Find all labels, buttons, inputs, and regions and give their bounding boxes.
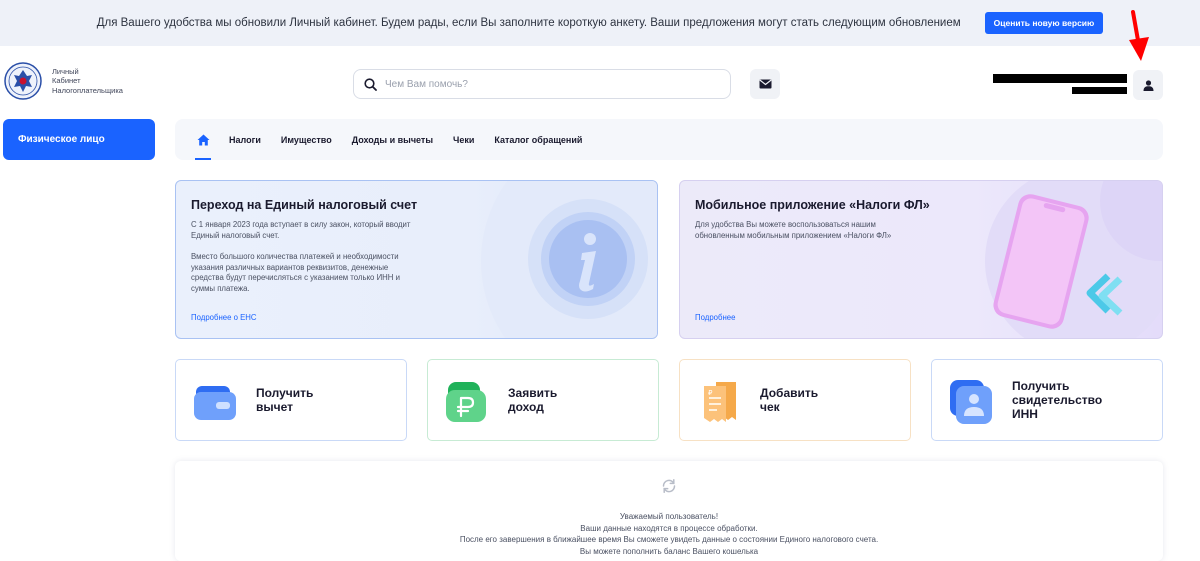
- tile-label: Получить вычет: [256, 386, 313, 414]
- mobile-app-card: Мобильное приложение «Налоги ФЛ» Для удо…: [679, 180, 1163, 339]
- ens-text-line: Вместо большого количества платежей и не…: [191, 252, 399, 261]
- logo[interactable]: Личный Кабинет Налогоплательщика: [4, 62, 123, 100]
- logo-text: Личный Кабинет Налогоплательщика: [52, 67, 123, 96]
- wallet-icon: [194, 386, 236, 420]
- ens-card-text-2: Вместо большого количества платежей и не…: [191, 252, 451, 294]
- app-more-link[interactable]: Подробнее: [695, 313, 735, 322]
- nav-tab-requests-catalog[interactable]: Каталог обращений: [494, 135, 582, 145]
- nav-tab-property[interactable]: Имущество: [281, 135, 332, 145]
- app-text-line: Для удобства Вы можете воспользоваться н…: [695, 220, 876, 229]
- banner-text: Для Вашего удобства мы обновили Личный к…: [96, 17, 961, 29]
- user-icon: [1143, 79, 1153, 91]
- ens-text-line: средства будут перечисляться с указанием…: [191, 273, 400, 282]
- top-banner: Для Вашего удобства мы обновили Личный к…: [0, 0, 1200, 46]
- ens-info-card: Переход на Единый налоговый счет С 1 янв…: [175, 180, 658, 339]
- app-card-title: Мобильное приложение «Налоги ФЛ»: [695, 198, 930, 212]
- tile-label-line: Добавить: [760, 386, 819, 400]
- info-decoration-icon: [481, 181, 657, 338]
- tile-label-line: доход: [508, 400, 544, 414]
- tile-label-line: Заявить: [508, 386, 558, 400]
- status-line: Ваши данные находятся в процессе обработ…: [580, 523, 758, 533]
- phone-illustration-icon: [985, 181, 1162, 338]
- main-nav: Налоги Имущество Доходы и вычеты Чеки Ка…: [175, 119, 1163, 160]
- status-message: Уважаемый пользователь! Ваши данные нахо…: [175, 511, 1163, 557]
- get-deduction-tile[interactable]: Получить вычет: [175, 359, 407, 441]
- ens-text-line: суммы платежа.: [191, 283, 250, 293]
- tile-label-line: свидетельство: [1012, 393, 1103, 407]
- nav-home-tab[interactable]: [195, 119, 211, 160]
- fns-emblem-icon: [4, 62, 42, 100]
- tile-label-line: чек: [760, 400, 780, 414]
- ens-card-text-1: С 1 января 2023 года вступает в силу зак…: [191, 220, 451, 241]
- search-bar[interactable]: [353, 69, 731, 99]
- tile-label: Добавить чек: [760, 386, 818, 414]
- messages-button[interactable]: [750, 69, 780, 99]
- svg-text:₽: ₽: [708, 389, 713, 397]
- add-receipt-tile[interactable]: ₽ Добавить чек: [679, 359, 911, 441]
- ens-text-line: указания различных вариантов реквизитов,…: [191, 262, 389, 272]
- ens-status-panel: Уважаемый пользователь! Ваши данные нахо…: [175, 461, 1163, 561]
- tile-label-line: Получить: [1012, 379, 1070, 393]
- sidebar-item-label: Физическое лицо: [18, 134, 105, 145]
- mail-icon: [758, 79, 772, 89]
- app-text-line: обновленным мобильным приложением «Налог…: [695, 230, 892, 240]
- logo-line: Личный: [52, 66, 79, 76]
- nav-tab-income[interactable]: Доходы и вычеты: [352, 135, 433, 145]
- app-card-text: Для удобства Вы можете воспользоваться н…: [695, 220, 955, 241]
- loading-spinner-icon: [662, 479, 676, 493]
- nav-tab-taxes[interactable]: Налоги: [229, 135, 261, 145]
- logo-line: Налогоплательщика: [52, 85, 123, 95]
- status-line: Уважаемый пользователь!: [619, 512, 719, 521]
- id-card-icon: [950, 380, 992, 424]
- profile-button[interactable]: [1133, 70, 1163, 100]
- logo-line: Кабинет: [52, 76, 81, 86]
- status-line: После его завершения в ближайшее время В…: [459, 535, 879, 544]
- nav-tab-receipts[interactable]: Чеки: [453, 135, 474, 145]
- redacted-user-id: [1072, 87, 1127, 94]
- sidebar-item-individual[interactable]: Физическое лицо: [3, 119, 155, 160]
- status-line: Вы можете пополнить баланс Вашего кошель…: [579, 546, 759, 556]
- redacted-user-name: [993, 74, 1127, 83]
- ens-text-line: Единый налоговый счет.: [191, 230, 280, 240]
- get-inn-certificate-tile[interactable]: Получить свидетельство ИНН: [931, 359, 1163, 441]
- search-icon: [364, 77, 377, 91]
- tile-label-line: ИНН: [1012, 407, 1038, 421]
- ens-card-title: Переход на Единый налоговый счет: [191, 198, 418, 212]
- ens-text-line: С 1 января 2023 года вступает в силу зак…: [191, 220, 411, 229]
- ens-more-link[interactable]: Подробнее о ЕНС: [191, 313, 257, 322]
- receipt-icon: ₽: [704, 382, 736, 422]
- tile-label: Получить свидетельство ИНН: [1012, 379, 1102, 421]
- tile-label-line: вычет: [256, 400, 293, 414]
- red-arrow-icon: [1129, 10, 1149, 61]
- tile-label-line: Получить: [256, 386, 314, 400]
- ruble-wallet-icon: [446, 382, 486, 422]
- search-input[interactable]: [385, 78, 705, 90]
- home-icon: [197, 134, 209, 145]
- tile-label: Заявить доход: [508, 386, 557, 414]
- rate-new-version-button[interactable]: Оценить новую версию: [984, 12, 1104, 34]
- declare-income-tile[interactable]: Заявить доход: [427, 359, 659, 441]
